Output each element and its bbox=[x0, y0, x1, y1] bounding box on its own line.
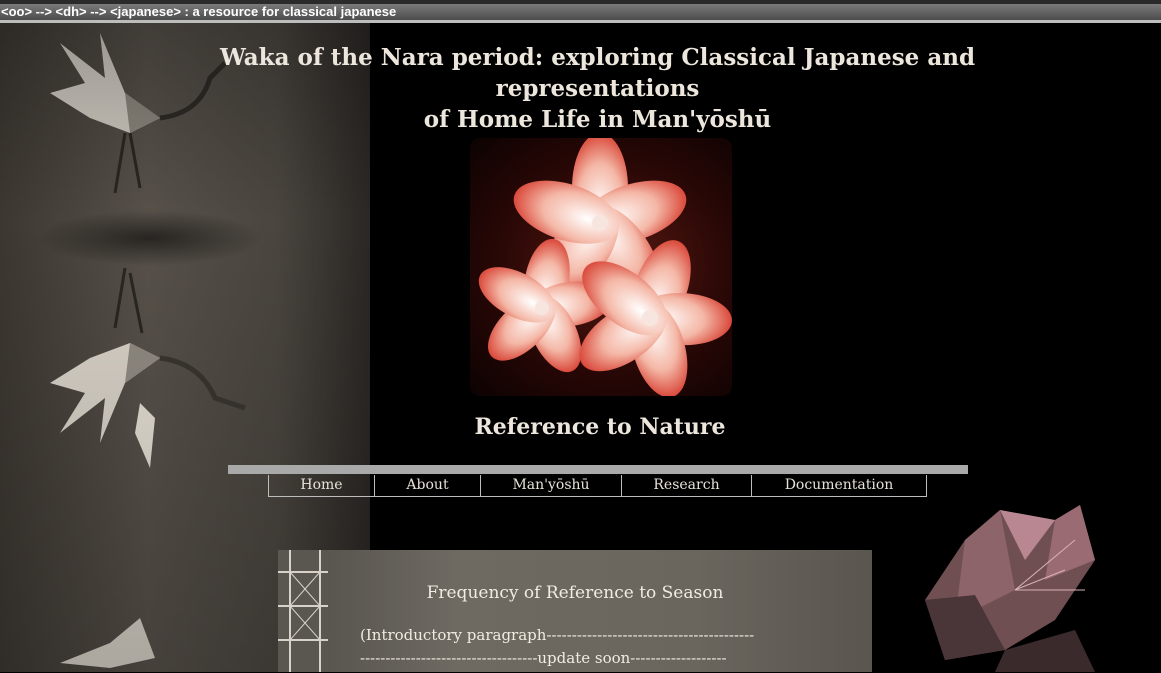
content-line-2: -----------------------------------updat… bbox=[360, 649, 727, 667]
origami-peacock-icon bbox=[925, 505, 1095, 672]
nav-documentation[interactable]: Documentation bbox=[752, 475, 926, 496]
section-heading: Reference to Nature bbox=[474, 414, 726, 440]
content-paragraph: (Introductory paragraph-----------------… bbox=[360, 624, 840, 670]
content-heading: Frequency of Reference to Season bbox=[426, 583, 724, 603]
main-nav: Home About Man'yōshū Research Documentat… bbox=[268, 475, 927, 497]
nav-research[interactable]: Research bbox=[622, 475, 752, 496]
page-title: Waka of the Nara period: exploring Class… bbox=[160, 42, 1035, 135]
content-panel: Frequency of Reference to Season (Introd… bbox=[278, 550, 872, 672]
origami-crane-reflection-icon bbox=[50, 267, 246, 468]
breadcrumb-bar: <oo> --> <dh> --> <japanese> : a resourc… bbox=[0, 4, 1161, 23]
page-title-line-1: Waka of the Nara period: exploring Class… bbox=[219, 44, 976, 102]
origami-flower-image bbox=[470, 133, 732, 398]
nav-manyoshu[interactable]: Man'yōshū bbox=[481, 475, 622, 496]
breadcrumb: <oo> --> <dh> --> <japanese> : a resourc… bbox=[1, 4, 397, 19]
nav-divider-bar bbox=[228, 465, 968, 474]
nav-about[interactable]: About bbox=[375, 475, 481, 496]
origami-crane-bottom-icon bbox=[60, 618, 155, 668]
page-title-line-2: of Home Life in Man'yōshū bbox=[423, 106, 772, 133]
content-line-1: (Introductory paragraph-----------------… bbox=[360, 626, 755, 644]
fence-decoration-icon bbox=[278, 550, 328, 672]
nav-home[interactable]: Home bbox=[269, 475, 375, 496]
